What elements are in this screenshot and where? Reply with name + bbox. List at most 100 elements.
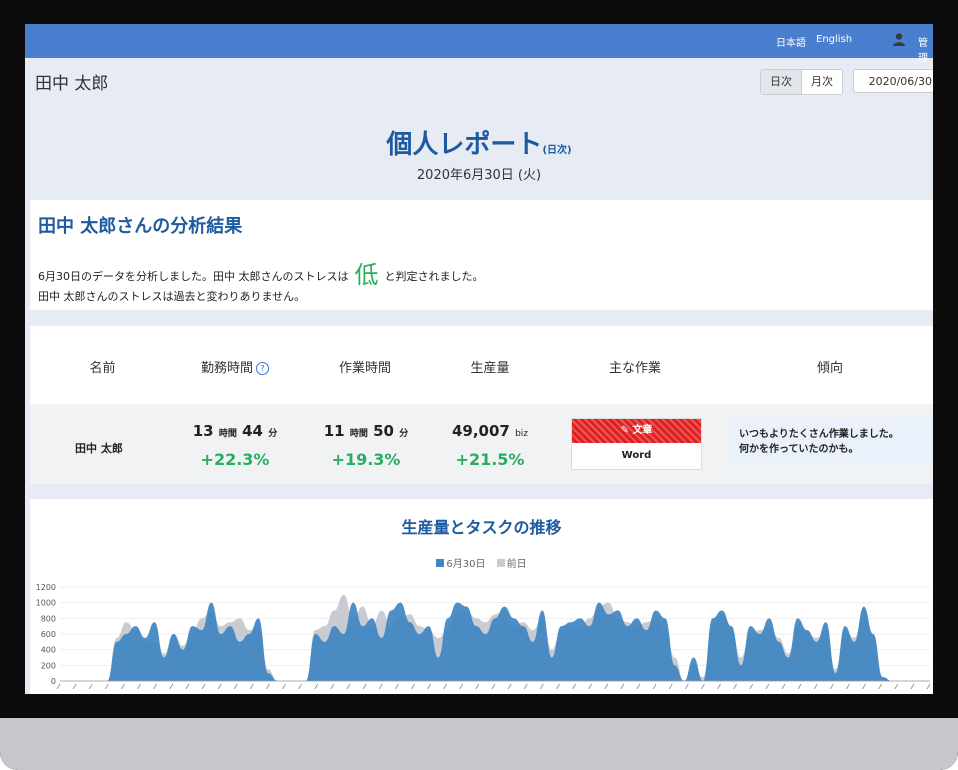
x-tick: [733, 683, 738, 690]
row-user-name: 田中 太郎: [75, 442, 123, 455]
admin-menu[interactable]: 管理: [918, 34, 933, 64]
x-tick: [749, 683, 754, 690]
pen-icon: ✎: [620, 425, 633, 436]
x-tick: [459, 683, 464, 690]
daily-tab[interactable]: 日次: [761, 70, 802, 94]
task-time-value: 11 時間 50 分: [316, 422, 416, 440]
x-tick: [507, 683, 512, 690]
analysis-card: 田中 太郎さんの分析結果 6月30日のデータを分析しました。田中 太郎さんのスト…: [30, 200, 933, 310]
y-tick-label: 400: [41, 646, 56, 655]
y-tick-label: 1000: [36, 599, 56, 608]
legend-swatch-today: [436, 559, 445, 567]
y-tick-label: 600: [41, 630, 56, 639]
header-work-time: 勤務時間?: [180, 357, 290, 376]
header-main-task: 主な作業: [608, 361, 661, 376]
x-tick: [185, 683, 190, 690]
x-tick: [104, 683, 109, 690]
report-title-suffix: (日次): [542, 145, 572, 156]
series-area-today: [60, 602, 930, 681]
analysis-comparison-line: 田中 太郎さんのストレスは過去と変わりありません。: [38, 290, 306, 303]
header-task-time: 作業時間: [338, 361, 391, 376]
x-tick: [266, 683, 270, 690]
monthly-tab[interactable]: 月次: [802, 70, 842, 94]
x-tick: [56, 683, 61, 690]
x-tick: [137, 683, 141, 690]
x-tick: [846, 683, 850, 690]
legend-label-previous: 前日: [506, 559, 527, 570]
x-tick: [781, 683, 786, 690]
x-tick: [668, 683, 673, 690]
productivity-unit: biz: [515, 429, 529, 439]
tablet-bezel: [0, 718, 958, 770]
productivity-value: 49,007 biz: [440, 422, 540, 440]
main-task-card: ✎ 文章 Word: [571, 418, 702, 470]
x-tick: [411, 683, 415, 690]
analysis-result-prefix: 6月30日のデータを分析しました。田中 太郎さんのストレスは: [38, 270, 349, 283]
x-tick: [201, 683, 206, 690]
task-minutes: 50: [373, 422, 394, 440]
period-toggle: 日次 月次: [760, 69, 843, 95]
x-tick: [797, 683, 802, 690]
help-icon[interactable]: ?: [256, 362, 269, 375]
x-tick: [588, 683, 593, 690]
y-tick-label: 200: [41, 661, 56, 670]
productivity-number: 49,007: [451, 422, 510, 440]
user-icon[interactable]: [892, 32, 906, 46]
x-tick: [121, 683, 125, 690]
x-tick: [346, 683, 351, 690]
language-japanese-link[interactable]: 日本語: [776, 34, 806, 49]
x-tick: [539, 683, 544, 690]
table-row: 田中 太郎 13 時間 44 分 +22.3% 11 時間 50 分 +19.3…: [30, 404, 933, 484]
stress-level: 低: [354, 261, 379, 289]
report-title: 個人レポート(日次): [25, 124, 933, 161]
x-tick: [636, 683, 641, 690]
trend-line-2: 何かを作っていたのかも。: [739, 444, 859, 455]
x-tick: [910, 683, 915, 690]
x-tick: [362, 683, 367, 690]
header-productivity: 生産量: [470, 361, 510, 376]
task-hours: 11: [323, 422, 345, 440]
x-tick: [813, 683, 818, 690]
x-tick: [572, 683, 576, 690]
x-tick: [894, 683, 899, 690]
x-tick: [330, 683, 335, 690]
summary-table: 名前 勤務時間? 作業時間 生産量 主な作業 傾向 田中 太郎 13 時間 44…: [30, 326, 933, 484]
header-name: 名前: [89, 361, 116, 376]
x-tick: [217, 683, 222, 690]
minutes-unit: 分: [399, 429, 409, 439]
work-time-delta: +22.3%: [200, 450, 270, 469]
x-tick: [282, 683, 286, 690]
date-picker-input[interactable]: 2020/06/30: [853, 69, 933, 93]
language-english-link[interactable]: English: [816, 34, 852, 45]
main-task-category-label: 文章: [632, 425, 653, 436]
x-tick: [249, 683, 254, 690]
analysis-title: 田中 太郎さんの分析結果: [38, 216, 243, 237]
analysis-result-suffix: と判定されました。: [384, 270, 484, 283]
x-tick: [378, 683, 383, 690]
productivity-cell: 49,007 biz +21.5%: [440, 422, 540, 469]
tablet-frame: 日本語 English 管理 田中 太郎 日次 月次 2020/06/30 個人…: [0, 0, 958, 770]
x-tick: [233, 683, 238, 690]
legend-swatch-previous: [496, 559, 505, 567]
minutes-unit: 分: [268, 429, 278, 439]
area-chart: 0 200 400 600 800 1000 1200: [36, 583, 931, 690]
trend-line-1: いつもよりたくさん作業しました。: [739, 429, 899, 440]
x-tick: [443, 683, 448, 690]
x-tick: [717, 683, 721, 690]
x-tick: [298, 683, 303, 690]
main-task-app: Word: [621, 450, 652, 461]
x-tick: [878, 683, 883, 690]
x-tick: [314, 683, 319, 690]
header-work-time-label: 勤務時間: [200, 361, 253, 376]
x-tick: [556, 683, 560, 690]
legend-item-previous[interactable]: 前日: [496, 559, 527, 570]
x-tick: [169, 683, 174, 690]
hours-unit: 時間: [349, 429, 368, 439]
x-tick: [862, 683, 866, 690]
work-time-value: 13 時間 44 分: [185, 422, 285, 440]
task-time-cell: 11 時間 50 分 +19.3%: [316, 422, 416, 469]
x-tick: [604, 683, 609, 690]
x-tick: [926, 683, 931, 690]
legend-item-today[interactable]: 6月30日: [436, 559, 485, 570]
y-tick-label: 800: [41, 614, 56, 623]
